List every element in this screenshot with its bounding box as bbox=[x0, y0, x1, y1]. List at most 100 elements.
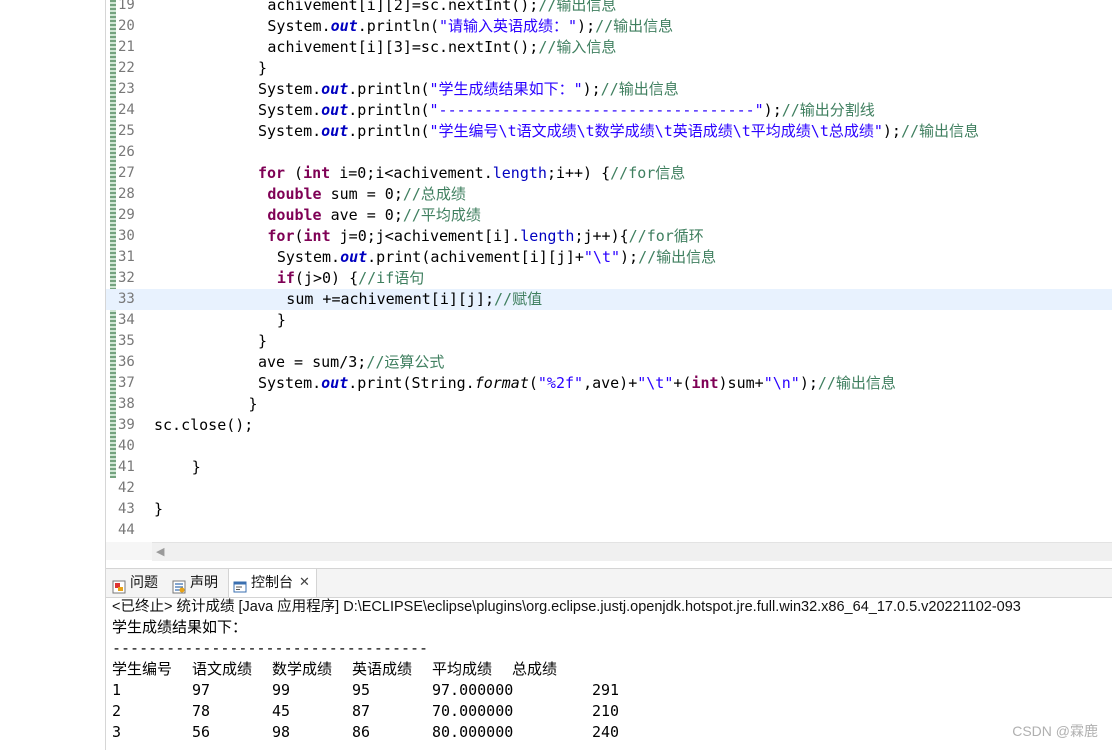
code-line[interactable]: 31 System.out.print(achivement[i][j]+"\t"… bbox=[106, 247, 1112, 268]
code-text: } bbox=[191, 458, 201, 476]
code-line[interactable]: 30 for(int j=0;j<achivement[i].length;j++… bbox=[106, 226, 1112, 247]
code-line[interactable]: 24 System.out.println("------------------… bbox=[106, 100, 1112, 121]
line-number: 23 bbox=[118, 81, 135, 97]
tab-label: 声明 bbox=[190, 575, 218, 591]
header-cell: 语文成绩 bbox=[192, 660, 253, 678]
line-number: 28 bbox=[118, 186, 135, 202]
line-number: 38 bbox=[118, 396, 135, 412]
line-number: 35 bbox=[118, 333, 135, 349]
tab-declaration[interactable]: 声明 bbox=[172, 569, 218, 597]
line-number: 32 bbox=[118, 270, 135, 286]
line-number: 21 bbox=[118, 39, 135, 55]
code-line[interactable]: 41} bbox=[106, 457, 1112, 478]
header-cell: 总成绩 bbox=[512, 660, 558, 678]
code-line[interactable]: 44 bbox=[106, 520, 1112, 541]
code-line[interactable]: 43} bbox=[106, 499, 1112, 520]
code-line[interactable]: 38} bbox=[106, 394, 1112, 415]
code-line[interactable]: 25 System.out.println("学生编号\t语文成绩\t数学成绩\t… bbox=[106, 121, 1112, 142]
line-number: 26 bbox=[118, 144, 135, 160]
row-cell: 1 bbox=[112, 681, 122, 699]
row-cell: 45 bbox=[272, 702, 291, 720]
console-icon bbox=[233, 576, 247, 593]
console-row: 2 78 45 87 70.000000 210 bbox=[112, 701, 1112, 722]
code-text: achivement[i][2]=sc.nextInt();//输出信息 bbox=[267, 0, 617, 14]
row-cell: 210 bbox=[592, 702, 620, 720]
code-text: } bbox=[248, 395, 258, 413]
problems-icon bbox=[112, 576, 126, 594]
line-number: 43 bbox=[118, 501, 135, 517]
console-line: 学生成绩结果如下： bbox=[112, 618, 248, 636]
code-line[interactable]: 19 achivement[i][2]=sc.nextInt();//输出信息 bbox=[106, 0, 1112, 16]
console-header-row: 学生编号 语文成绩 数学成绩 英语成绩 平均成绩 总成绩 bbox=[112, 659, 1112, 680]
scroll-corner bbox=[106, 542, 152, 560]
close-icon[interactable]: ✕ bbox=[299, 569, 310, 597]
code-text: System.out.println("学生编号\t语文成绩\t数学成绩\t英语… bbox=[257, 122, 980, 140]
row-cell: 240 bbox=[592, 723, 620, 741]
code-line[interactable]: 28 double sum = 0;//总成绩 bbox=[106, 184, 1112, 205]
code-line[interactable]: 20 System.out.println("请输入英语成绩：");//输出信息 bbox=[106, 16, 1112, 37]
line-number: 41 bbox=[118, 459, 135, 475]
code-text: double ave = 0;//平均成绩 bbox=[267, 206, 481, 224]
code-text: System.out.println("学生成绩结果如下：");//输出信息 bbox=[257, 80, 679, 98]
tab-console[interactable]: 控制台 ✕ bbox=[228, 569, 317, 597]
row-cell: 98 bbox=[272, 723, 291, 741]
code-text: } bbox=[154, 500, 164, 518]
line-number: 36 bbox=[118, 354, 135, 370]
horizontal-scrollbar[interactable]: ◀ bbox=[152, 542, 1112, 561]
console-line: ----------------------------------- bbox=[112, 639, 429, 657]
code-line[interactable]: 27 for (int i=0;i<achivement.length;i++) … bbox=[106, 163, 1112, 184]
line-number: 24 bbox=[118, 102, 135, 118]
row-cell: 97.000000 bbox=[432, 681, 514, 699]
row-cell: 87 bbox=[352, 702, 371, 720]
declaration-icon bbox=[172, 576, 186, 594]
code-text: for (int i=0;i<achivement.length;i++) {/… bbox=[257, 164, 686, 182]
code-line[interactable]: 26 bbox=[106, 142, 1112, 163]
code-text: System.out.println("请输入英语成绩：");//输出信息 bbox=[267, 17, 674, 35]
code-line[interactable]: 29 double ave = 0;//平均成绩 bbox=[106, 205, 1112, 226]
code-line[interactable]: 37 System.out.print(String.format("%2f",a… bbox=[106, 373, 1112, 394]
row-cell: 291 bbox=[592, 681, 620, 699]
watermark: CSDN @霖鹿 bbox=[1012, 723, 1098, 739]
line-number: 22 bbox=[118, 60, 135, 76]
header-cell: 平均成绩 bbox=[432, 660, 493, 678]
code-line[interactable]: 23 System.out.println("学生成绩结果如下：");//输出信息 bbox=[106, 79, 1112, 100]
code-text: System.out.print(String.format("%2f",ave… bbox=[257, 374, 896, 392]
code-line[interactable]: 36 ave = sum/3;//运算公式 bbox=[106, 352, 1112, 373]
tab-label: 控制台 bbox=[251, 575, 293, 591]
code-line[interactable]: 35} bbox=[106, 331, 1112, 352]
code-text: double sum = 0;//总成绩 bbox=[267, 185, 466, 203]
row-cell: 78 bbox=[192, 702, 211, 720]
console-row: 1 97 99 95 97.000000 291 bbox=[112, 680, 1112, 701]
line-number: 40 bbox=[118, 438, 135, 454]
code-text: for(int j=0;j<achivement[i].length;j++){… bbox=[267, 227, 704, 245]
line-number: 29 bbox=[118, 207, 135, 223]
code-line[interactable]: 33 sum +=achivement[i][j];//赋值 bbox=[106, 289, 1112, 310]
row-cell: 86 bbox=[352, 723, 371, 741]
console-output[interactable]: 学生成绩结果如下： ------------------------------… bbox=[112, 617, 1112, 750]
scroll-left-icon[interactable]: ◀ bbox=[156, 545, 164, 558]
tab-problems[interactable]: 问题 bbox=[112, 569, 158, 597]
line-number: 42 bbox=[118, 480, 135, 496]
code-text: sc.close(); bbox=[154, 416, 254, 434]
code-line[interactable]: 22} bbox=[106, 58, 1112, 79]
row-cell: 97 bbox=[192, 681, 211, 699]
code-text: System.out.println("--------------------… bbox=[257, 101, 875, 119]
code-line[interactable]: 42 bbox=[106, 478, 1112, 499]
code-text: sum +=achivement[i][j];//赋值 bbox=[286, 290, 543, 308]
code-text: } bbox=[257, 59, 267, 77]
row-cell: 95 bbox=[352, 681, 371, 699]
panel-tabbar: 问题 声明 控制台 ✕ bbox=[106, 568, 1112, 598]
code-line[interactable]: 32 if(j>0) {//if语句 bbox=[106, 268, 1112, 289]
line-number: 39 bbox=[118, 417, 135, 433]
code-line[interactable]: 39 sc.close(); bbox=[106, 415, 1112, 436]
code-text: if(j>0) {//if语句 bbox=[276, 269, 425, 287]
code-line[interactable]: 21 achivement[i][3]=sc.nextInt();//输入信息 bbox=[106, 37, 1112, 58]
header-cell: 学生编号 bbox=[112, 660, 173, 678]
header-cell: 英语成绩 bbox=[352, 660, 413, 678]
code-line[interactable]: 34} bbox=[106, 310, 1112, 331]
line-number: 33 bbox=[118, 291, 135, 307]
code-line[interactable]: 40 bbox=[106, 436, 1112, 457]
left-margin bbox=[0, 0, 105, 750]
code-text: achivement[i][3]=sc.nextInt();//输入信息 bbox=[267, 38, 617, 56]
code-editor[interactable]: 19 achivement[i][2]=sc.nextInt();//输出信息 20… bbox=[106, 0, 1112, 542]
